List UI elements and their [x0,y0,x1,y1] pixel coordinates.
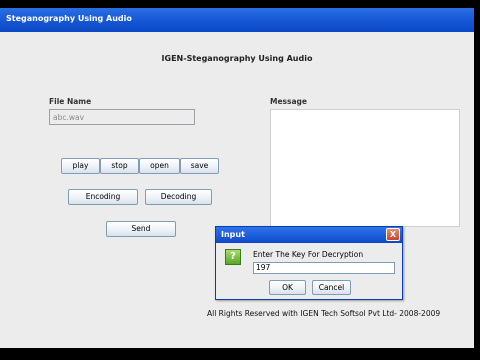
page-heading: IGEN-Steganography Using Audio [161,54,313,63]
key-input[interactable]: 197 [253,262,395,274]
message-label: Message [270,97,307,106]
file-name-label: File Name [49,97,92,106]
dialog-title: Input [221,230,245,239]
open-button[interactable]: open [139,158,180,174]
close-icon[interactable]: X [386,228,400,241]
dialog-title-bar[interactable]: Input X [216,227,402,243]
input-dialog: Input X ? Enter The Key For Decryption 1… [215,226,403,300]
message-textarea[interactable] [270,109,460,227]
cancel-button[interactable]: Cancel [312,280,351,295]
stop-button[interactable]: stop [100,158,139,174]
play-button[interactable]: play [61,158,100,174]
window-title: Steganography Using Audio [6,14,132,23]
encoding-button[interactable]: Encoding [68,189,138,205]
app-window: Steganography Using Audio IGEN-Steganogr… [0,8,474,348]
copyright-footer: All Rights Reserved with IGEN Tech Softs… [207,309,441,318]
dialog-prompt: Enter The Key For Decryption [253,250,364,259]
title-bar[interactable]: Steganography Using Audio [0,8,474,32]
file-name-field[interactable] [49,109,195,125]
ok-button[interactable]: OK [269,280,306,295]
question-icon: ? [225,249,241,265]
decoding-button[interactable]: Decoding [145,189,212,205]
send-button[interactable]: Send [106,221,176,237]
save-button[interactable]: save [180,158,219,174]
